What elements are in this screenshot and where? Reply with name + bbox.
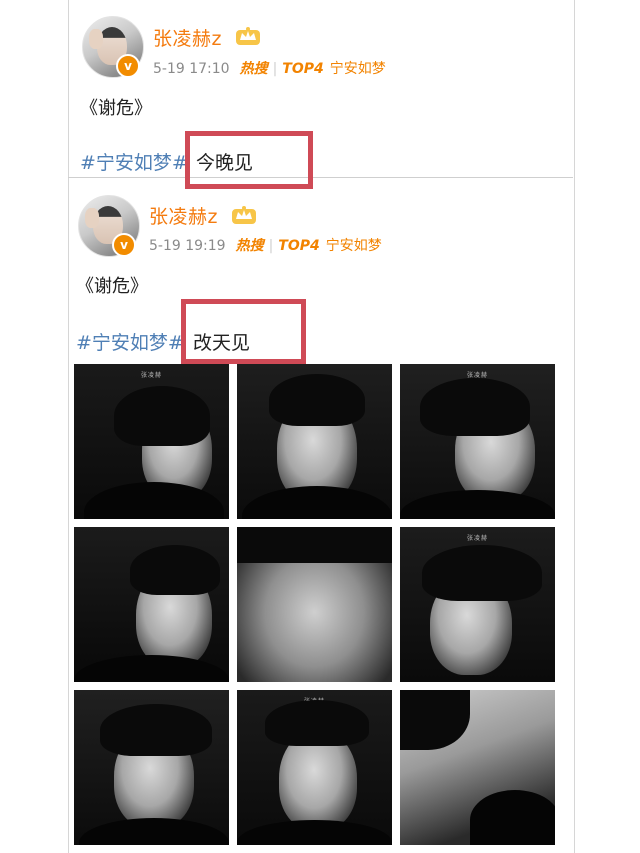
hashtag-link[interactable]: #宁安如梦# — [76, 328, 184, 355]
hashtag-link[interactable]: #宁安如梦# — [80, 148, 188, 175]
post-text: 《谢危》 — [80, 98, 152, 119]
topic-link[interactable]: 宁安如梦 — [330, 61, 386, 77]
highlight-box — [181, 299, 306, 364]
meta-separator: | — [272, 61, 278, 77]
photo-thumbnail-2[interactable] — [237, 364, 392, 519]
rank-badge[interactable]: TOP4 — [278, 238, 319, 254]
photo-thumbnail-8[interactable]: 张凌赫 — [237, 690, 392, 845]
post-meta: 5-19 19:19 热搜 | TOP4 宁安如梦 — [149, 235, 382, 255]
username[interactable]: 张凌赫z — [149, 202, 218, 229]
photo-watermark: 张凌赫 — [140, 372, 163, 379]
photo-thumbnail-7[interactable] — [74, 690, 229, 845]
crown-icon — [236, 27, 260, 45]
crown-icon — [232, 206, 256, 224]
photo-thumbnail-6[interactable]: 张凌赫 — [400, 527, 555, 682]
username[interactable]: 张凌赫z — [153, 24, 222, 51]
rank-badge[interactable]: TOP4 — [282, 61, 323, 77]
photo-watermark: 张凌赫 — [466, 535, 489, 542]
topic-link[interactable]: 宁安如梦 — [326, 238, 382, 254]
highlight-box — [185, 131, 313, 189]
post-divider — [68, 177, 573, 178]
photo-thumbnail-9[interactable] — [400, 690, 555, 845]
photo-thumbnail-3[interactable]: 张凌赫 — [400, 364, 555, 519]
photo-thumbnail-4[interactable] — [74, 527, 229, 682]
photo-thumbnail-5[interactable]: 张凌赫 — [237, 527, 392, 682]
post-meta: 5-19 17:10 热搜 | TOP4 宁安如梦 — [153, 58, 386, 78]
post-text: 《谢危》 — [76, 276, 148, 297]
post-time: 5-19 19:19 — [149, 238, 226, 254]
meta-separator: | — [268, 238, 274, 254]
hot-search-badge[interactable]: 热搜 — [236, 238, 264, 254]
post-time: 5-19 17:10 — [153, 61, 230, 77]
hot-search-badge[interactable]: 热搜 — [240, 61, 268, 77]
verified-badge-icon: v — [116, 54, 140, 78]
avatar-hand — [89, 29, 103, 49]
photo-grid: 张凌赫 张凌赫 张凌赫 张凌赫 — [74, 364, 556, 846]
verified-badge-icon: v — [112, 233, 136, 257]
photo-thumbnail-1[interactable]: 张凌赫 — [74, 364, 229, 519]
avatar-hand — [85, 208, 99, 228]
